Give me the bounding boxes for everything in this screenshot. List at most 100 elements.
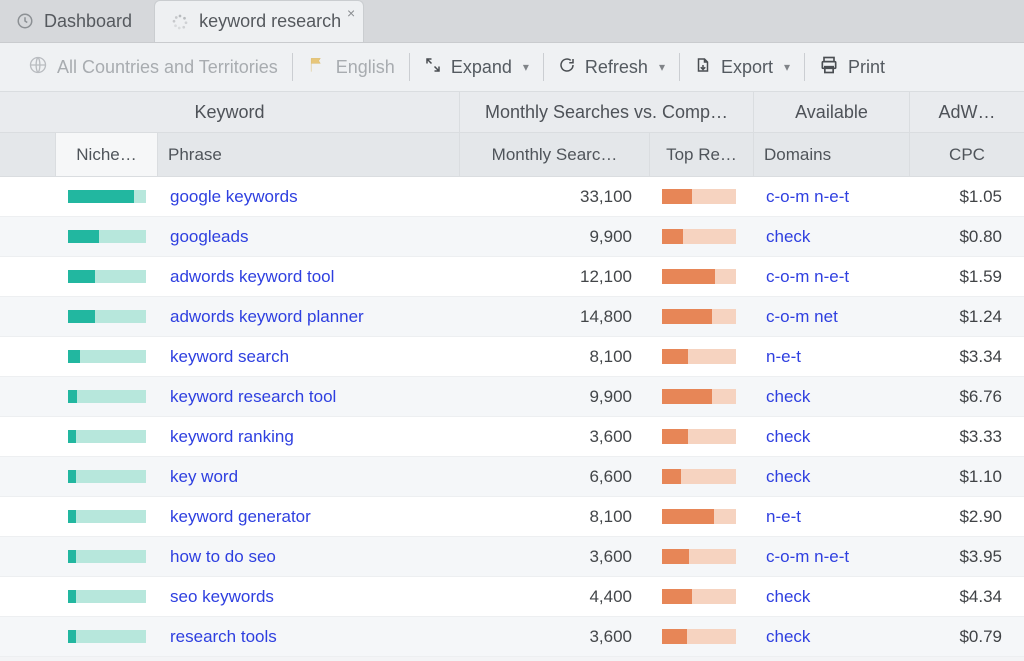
cpc-value: $4.34 — [910, 577, 1024, 616]
column-group-header: Keyword Monthly Searches vs. Comp… Avail… — [0, 91, 1024, 133]
top-results-bar-cell — [650, 337, 754, 376]
top-results-bar — [662, 589, 736, 604]
cpc-value: $1.59 — [910, 257, 1024, 296]
domains-link[interactable]: check — [754, 377, 910, 416]
domains-link[interactable]: n-e-t — [754, 497, 910, 536]
refresh-button[interactable]: Refresh ▾ — [544, 43, 679, 91]
row-handle — [0, 377, 56, 416]
niche-bar — [68, 630, 146, 643]
niche-bar-cell — [56, 377, 158, 416]
cpc-value: $6.76 — [910, 377, 1024, 416]
domains-link[interactable]: n-e-t — [754, 337, 910, 376]
row-handle — [0, 577, 56, 616]
spinner-icon — [171, 13, 189, 31]
tab-label: keyword research — [199, 11, 341, 32]
niche-bar-cell — [56, 337, 158, 376]
niche-bar-cell — [56, 417, 158, 456]
table-row[interactable]: key word6,600check$1.10 — [0, 457, 1024, 497]
phrase-link[interactable]: google keywords — [158, 177, 460, 216]
table-row[interactable]: keyword search8,100n-e-t$3.34 — [0, 337, 1024, 377]
niche-bar — [68, 470, 146, 483]
domains-link[interactable]: check — [754, 217, 910, 256]
top-results-bar — [662, 389, 736, 404]
top-results-bar-cell — [650, 457, 754, 496]
niche-bar — [68, 590, 146, 603]
col-niche[interactable]: Niche… — [56, 133, 158, 176]
table-row[interactable]: keyword research tool9,900 check$6.76 — [0, 377, 1024, 417]
col-blank — [0, 133, 56, 176]
phrase-link[interactable]: key word — [158, 457, 460, 496]
tab-strip: Dashboard keyword research × — [0, 0, 1024, 43]
niche-bar — [68, 270, 146, 283]
table-row[interactable]: keyword generator8,100n-e-t$2.90 — [0, 497, 1024, 537]
expand-button[interactable]: Expand ▾ — [410, 43, 543, 91]
niche-bar-cell — [56, 457, 158, 496]
group-header-keyword[interactable]: Keyword — [0, 92, 460, 132]
phrase-link[interactable]: research tools — [158, 617, 460, 656]
phrase-link[interactable]: keyword generator — [158, 497, 460, 536]
top-results-bar — [662, 309, 736, 324]
phrase-link[interactable]: seo keywords — [158, 577, 460, 616]
top-results-bar — [662, 349, 736, 364]
row-handle — [0, 417, 56, 456]
globe-icon — [28, 55, 48, 80]
phrase-link[interactable]: adwords keyword tool — [158, 257, 460, 296]
domains-link[interactable]: c-o-m n-e-t — [754, 257, 910, 296]
phrase-link[interactable]: keyword search — [158, 337, 460, 376]
top-results-bar-cell — [650, 617, 754, 656]
table-row[interactable]: how to do seo3,600c-o-m n-e-t$3.95 — [0, 537, 1024, 577]
col-domains[interactable]: Domains — [754, 133, 910, 176]
table-row[interactable]: adwords keyword planner14,800c-o-m net$1… — [0, 297, 1024, 337]
monthly-searches-value: 8,100 — [460, 337, 650, 376]
domains-link[interactable]: c-o-m n-e-t — [754, 177, 910, 216]
col-monthly-searches[interactable]: Monthly Searc… — [460, 133, 650, 176]
niche-bar — [68, 310, 146, 323]
monthly-searches-value: 9,900 — [460, 377, 650, 416]
domains-link[interactable]: check — [754, 417, 910, 456]
monthly-searches-value: 8,100 — [460, 497, 650, 536]
export-button[interactable]: Export ▾ — [680, 43, 804, 91]
phrase-link[interactable]: how to do seo — [158, 537, 460, 576]
tab-dashboard[interactable]: Dashboard — [0, 0, 154, 42]
table-row[interactable]: research tools3,600check$0.79 — [0, 617, 1024, 657]
group-header-mscomp[interactable]: Monthly Searches vs. Comp… — [460, 92, 754, 132]
niche-bar-cell — [56, 537, 158, 576]
domains-link[interactable]: c-o-m n-e-t — [754, 537, 910, 576]
table-row[interactable]: keyword ranking3,600check$3.33 — [0, 417, 1024, 457]
col-cpc[interactable]: CPC — [910, 133, 1024, 176]
phrase-link[interactable]: googleads — [158, 217, 460, 256]
col-top-results[interactable]: Top Re… — [650, 133, 754, 176]
flag-icon — [307, 55, 327, 80]
phrase-link[interactable]: adwords keyword planner — [158, 297, 460, 336]
close-icon[interactable]: × — [347, 5, 355, 21]
niche-bar-cell — [56, 297, 158, 336]
print-button[interactable]: Print — [805, 43, 899, 91]
row-handle — [0, 257, 56, 296]
phrase-link[interactable]: keyword research tool — [158, 377, 460, 416]
domains-link[interactable]: check — [754, 577, 910, 616]
niche-bar — [68, 230, 146, 243]
country-selector[interactable]: All Countries and Territories — [14, 43, 292, 91]
niche-bar — [68, 350, 146, 363]
country-label: All Countries and Territories — [57, 57, 278, 78]
table-row[interactable]: googleads9,900check$0.80 — [0, 217, 1024, 257]
monthly-searches-value: 33,100 — [460, 177, 650, 216]
niche-bar-cell — [56, 577, 158, 616]
group-header-adwords[interactable]: AdW… — [910, 92, 1024, 132]
language-selector[interactable]: English — [293, 43, 409, 91]
expand-label: Expand — [451, 57, 512, 78]
table-row[interactable]: seo keywords4,400check$4.34 — [0, 577, 1024, 617]
domains-link[interactable]: check — [754, 457, 910, 496]
domains-link[interactable]: c-o-m net — [754, 297, 910, 336]
print-icon — [819, 55, 839, 80]
table-row[interactable]: adwords keyword tool12,100c-o-m n-e-t$1.… — [0, 257, 1024, 297]
niche-bar-cell — [56, 217, 158, 256]
domains-link[interactable]: check — [754, 617, 910, 656]
tab-keyword-research[interactable]: keyword research × — [154, 0, 364, 42]
phrase-link[interactable]: keyword ranking — [158, 417, 460, 456]
group-header-available[interactable]: Available — [754, 92, 910, 132]
table-row[interactable]: google keywords33,100c-o-m n-e-t$1.05 — [0, 177, 1024, 217]
row-handle — [0, 177, 56, 216]
chevron-down-icon: ▾ — [659, 60, 665, 74]
col-phrase[interactable]: Phrase — [158, 133, 460, 176]
